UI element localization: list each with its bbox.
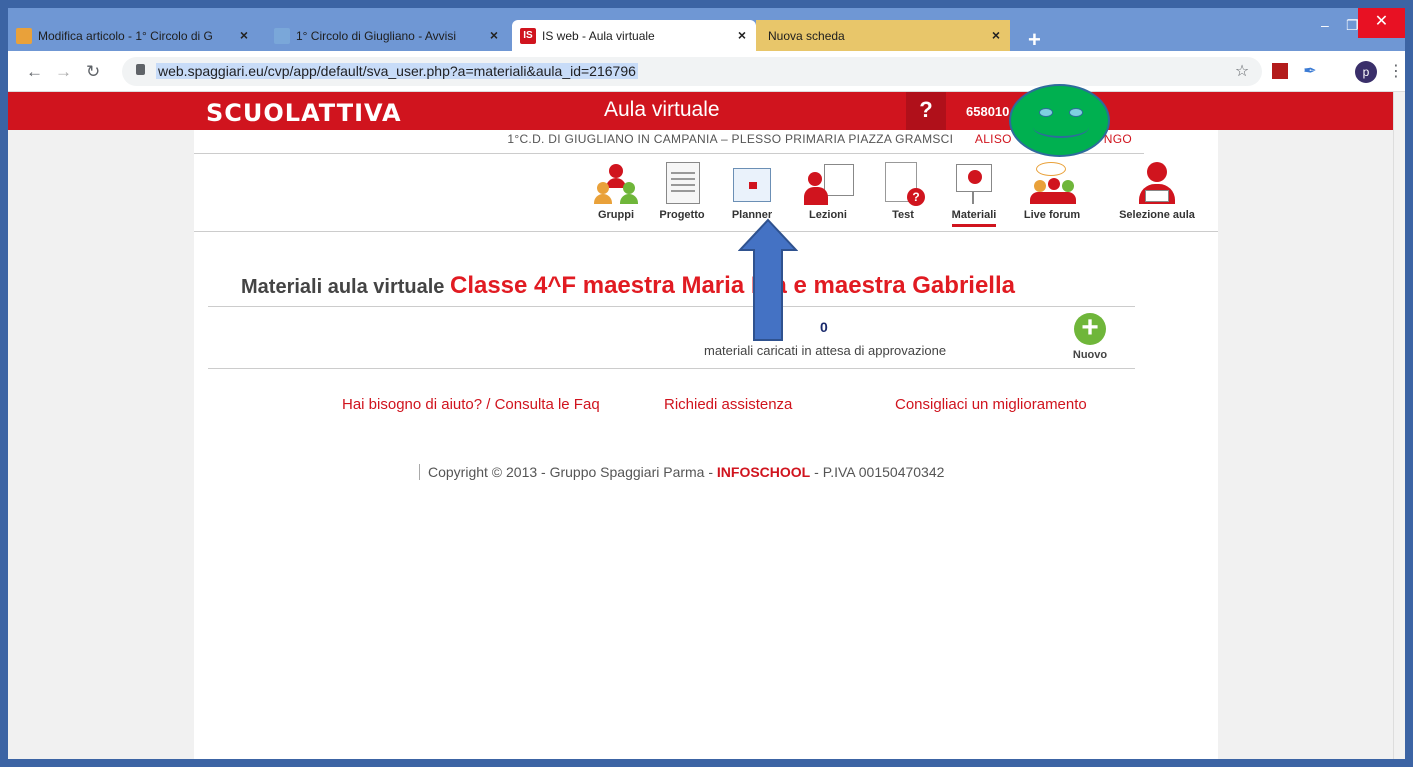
document-icon — [658, 160, 706, 206]
menu-item-selezione-aula[interactable]: Selezione aula — [1114, 156, 1200, 221]
menu-item-progetto[interactable]: Progetto — [652, 156, 712, 221]
class-name: Classe 4^F maestra Maria Pia e maestra G… — [449, 272, 1015, 299]
infoschool-brand[interactable]: INFOSCHOOL — [717, 464, 810, 480]
assistance-link[interactable]: Richiedi assistenza — [664, 396, 792, 413]
test-icon: ? — [879, 160, 927, 206]
page-title: Aula virtuale — [604, 98, 720, 121]
tab-nuova-scheda[interactable]: Nuova scheda × — [756, 20, 1010, 51]
browser-toolbar: ← → ↻ web.spaggiari.eu/cvp/app/default/s… — [8, 51, 1405, 92]
tab-circolo-avvisi[interactable]: 1° Circolo di Giugliano - Avvisi × — [266, 20, 508, 51]
calendar-icon — [728, 160, 776, 206]
scrollbar[interactable] — [1393, 92, 1405, 759]
tab-title: 1° Circolo di Giugliano - Avvisi — [296, 28, 456, 43]
forward-icon[interactable]: → — [55, 62, 72, 82]
menu-dots-icon[interactable]: ⋮ — [1386, 61, 1406, 81]
pending-label: materiali caricati in attesa di approvaz… — [704, 343, 947, 358]
copyright: Copyright © 2013 - Gruppo Spaggiari Parm… — [419, 464, 944, 480]
menu-item-live-forum[interactable]: Live forum — [1018, 156, 1086, 221]
close-window-icon[interactable]: ✕ — [1358, 8, 1405, 38]
aula-menu: Gruppi Progetto Planner Lezioni ? Test M… — [574, 156, 1220, 232]
url-text[interactable]: web.spaggiari.eu/cvp/app/default/sva_use… — [156, 63, 638, 79]
isweb-favicon-icon: IS — [520, 28, 536, 44]
menu-label: Gruppi — [597, 209, 635, 221]
menu-item-planner[interactable]: Planner — [724, 156, 780, 221]
new-label: Nuovo — [1072, 349, 1108, 361]
forum-icon — [1028, 160, 1076, 206]
page-content: SCUOLATTIVA Aula virtuale ? 658010 1°C.D… — [194, 92, 1218, 759]
menu-label: Progetto — [659, 209, 705, 221]
new-material-button[interactable]: + Nuovo — [1070, 313, 1110, 362]
close-tab-icon[interactable]: × — [992, 27, 1000, 43]
menu-item-gruppi[interactable]: Gruppi — [592, 156, 640, 221]
classroom-select-icon — [1133, 160, 1181, 206]
site-favicon-icon — [274, 28, 290, 44]
menu-item-materiali[interactable]: Materiali — [940, 156, 1008, 227]
groups-icon — [592, 160, 640, 206]
minimize-icon[interactable]: – — [1321, 17, 1329, 33]
menu-label: Live forum — [1023, 209, 1081, 221]
school-info: 1°C.D. DI GIUGLIANO IN CAMPANIA – PLESSO… — [194, 132, 1144, 154]
menu-item-lezioni[interactable]: Lezioni — [798, 156, 858, 221]
smiley-overlay-icon — [1009, 84, 1110, 157]
tab-aula-virtuale[interactable]: IS IS web - Aula virtuale × — [512, 20, 756, 51]
tab-modifica-articolo[interactable]: Modifica articolo - 1° Circolo di G × — [8, 20, 258, 51]
faq-link[interactable]: Hai bisogno di aiuto? / Consulta le Faq — [342, 396, 600, 413]
tab-strip: Modifica articolo - 1° Circolo di G × 1°… — [8, 8, 1405, 53]
close-tab-icon[interactable]: × — [240, 27, 248, 43]
close-tab-icon[interactable]: × — [490, 27, 498, 43]
menu-label: Materiali — [951, 209, 997, 227]
arrow-up-overlay-icon — [738, 218, 798, 341]
scuolattiva-logo[interactable]: SCUOLATTIVA — [206, 99, 402, 127]
acrobat-extension-icon[interactable] — [1272, 63, 1288, 79]
address-bar[interactable]: web.spaggiari.eu/cvp/app/default/sva_use… — [122, 57, 1262, 86]
menu-item-test[interactable]: ? Test — [878, 156, 928, 221]
help-button[interactable]: ? — [906, 92, 946, 130]
page-viewport: SCUOLATTIVA Aula virtuale ? 658010 1°C.D… — [8, 92, 1405, 759]
reload-icon[interactable]: ↻ — [86, 62, 100, 82]
menu-label: Selezione aula — [1119, 209, 1195, 221]
menu-label: Lezioni — [809, 209, 847, 221]
pending-count: 0 — [820, 319, 828, 335]
bookmark-star-icon[interactable]: ☆ — [1232, 61, 1252, 81]
plus-icon: + — [1074, 313, 1106, 345]
close-tab-icon[interactable]: × — [738, 27, 746, 43]
improvement-link[interactable]: Consigliaci un miglioramento — [895, 396, 1087, 413]
lock-icon — [136, 64, 145, 75]
heading-prefix: Materiali aula virtuale — [241, 276, 445, 298]
menu-divider — [194, 231, 1218, 232]
menu-label: Test — [892, 209, 914, 221]
tab-title: Nuova scheda — [768, 28, 845, 43]
materials-icon — [950, 160, 998, 206]
materials-heading: Materiali aula virtuale Classe 4^F maest… — [241, 272, 1015, 300]
restore-icon[interactable]: ❐ — [1346, 17, 1359, 34]
back-icon[interactable]: ← — [26, 62, 43, 82]
profile-avatar[interactable]: p — [1355, 61, 1377, 83]
feather-extension-icon[interactable]: ✒ — [1300, 61, 1320, 81]
tab-title: Modifica articolo - 1° Circolo di G — [38, 28, 213, 43]
lesson-icon — [804, 160, 854, 206]
tab-title: IS web - Aula virtuale — [542, 28, 655, 43]
pending-materials-panel: 0 materiali caricati in attesa di approv… — [208, 306, 1135, 369]
joomla-favicon-icon — [16, 28, 32, 44]
new-tab-button[interactable]: + — [1028, 27, 1041, 53]
school-name: 1°C.D. DI GIUGLIANO IN CAMPANIA – PLESSO… — [507, 132, 954, 146]
